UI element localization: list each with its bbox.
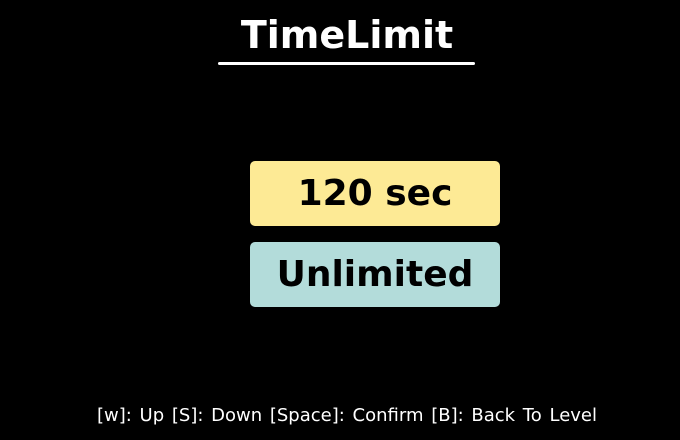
controls-hint: [w]: Up [S]: Down [Space]: Confirm [B]: … (97, 405, 597, 426)
option-unlimited[interactable]: Unlimited (250, 242, 500, 307)
title-underline (218, 62, 475, 65)
option-120-sec[interactable]: 120 sec (250, 161, 500, 226)
title: TimeLimit (240, 13, 454, 57)
